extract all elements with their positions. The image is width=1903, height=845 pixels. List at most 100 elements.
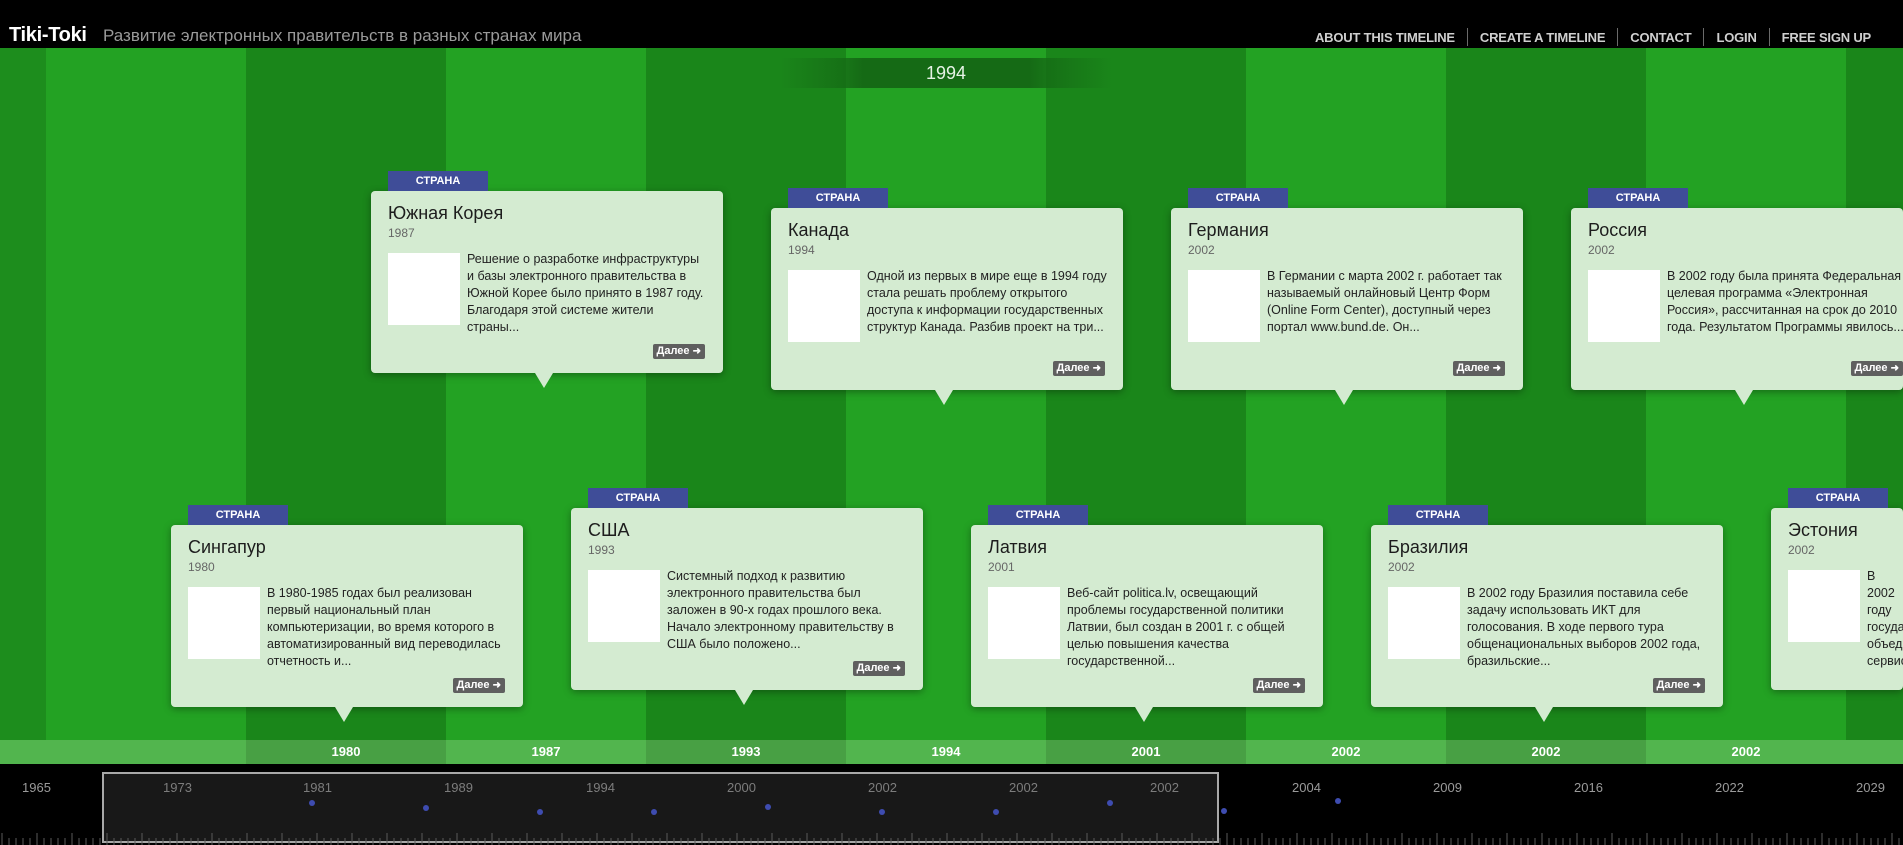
event-title: США [588, 520, 630, 540]
event-title: Бразилия [1388, 537, 1469, 557]
event-date: 2002 [1588, 243, 1615, 257]
event-card[interactable]: СТРАНА Южная Корея 1987 Решение о разраб… [371, 171, 723, 388]
event-dot[interactable] [651, 809, 657, 815]
more-button[interactable]: Далее ➜ [1850, 361, 1903, 376]
event-summary: Одной из первых в мире еще в 1994 году с… [867, 269, 1107, 334]
more-label: Далее [656, 345, 690, 357]
top-bar: Tiki-Toki Развитие электронных правитель… [0, 0, 1903, 48]
event-dot[interactable] [1107, 800, 1113, 806]
event-summary: В 1980-1985 годах был реализован первый … [267, 586, 501, 668]
event-date: 1994 [788, 243, 815, 257]
category-tag: СТРАНА [1788, 488, 1888, 508]
event-date: 2001 [988, 560, 1015, 574]
event-date: 1987 [388, 226, 415, 240]
more-label: Далее [1656, 679, 1690, 691]
brand-logo[interactable]: Tiki-Toki [9, 24, 87, 47]
event-dot[interactable] [1335, 798, 1341, 804]
year-stripe [0, 48, 46, 740]
nav-contact-link[interactable]: CONTACT [1618, 30, 1703, 45]
event-thumbnail[interactable] [988, 587, 1060, 659]
event-title: Южная Корея [388, 203, 504, 223]
year-marker[interactable]: 2002 [1646, 740, 1846, 764]
event-dot[interactable] [537, 809, 543, 815]
timeline-title: Развитие электронных правительств в разн… [103, 26, 582, 45]
event-dot[interactable] [879, 809, 885, 815]
year-marker[interactable]: 1993 [646, 740, 846, 764]
nav-signup-link[interactable]: FREE SIGN UP [1770, 30, 1883, 45]
event-card[interactable]: СТРАНА Россия 2002 В 2002 году была прин… [1571, 188, 1903, 405]
event-title: Россия [1588, 220, 1648, 240]
scale-year-label: 2029 [1856, 780, 1885, 795]
nav-login-link[interactable]: LOGIN [1704, 30, 1768, 45]
event-title: Латвия [988, 537, 1048, 557]
event-card[interactable]: СТРАНА Латвия 2001 Веб-сайт politica.lv,… [971, 505, 1323, 722]
event-card[interactable]: СТРАНА Бразилия 2002 В 2002 году Бразили… [1371, 505, 1723, 722]
event-title: Сингапур [188, 537, 266, 557]
card-pointer [1735, 390, 1753, 405]
event-dot[interactable] [765, 804, 771, 810]
card-pointer [1535, 707, 1553, 722]
year-marker[interactable]: 1987 [446, 740, 646, 764]
year-marker[interactable]: 2001 [1046, 740, 1246, 764]
card-pointer [735, 690, 753, 705]
nav-about-link[interactable]: ABOUT THIS TIMELINE [1303, 30, 1467, 45]
more-button[interactable]: Далее ➜ [1052, 361, 1105, 376]
more-button[interactable]: Далее ➜ [452, 678, 505, 693]
event-dot[interactable] [423, 805, 429, 811]
scale-year-label: 2022 [1715, 780, 1744, 795]
event-thumbnail[interactable] [188, 587, 260, 659]
event-thumbnail[interactable] [1188, 270, 1260, 342]
more-label: Далее [1256, 679, 1290, 691]
card-pointer [535, 373, 553, 388]
more-button[interactable]: Далее ➜ [1452, 361, 1505, 376]
timeline-stage[interactable]: 1994 СТРАНА Южная Корея 1987 Решение о р… [0, 48, 1903, 740]
more-label: Далее [1456, 362, 1490, 374]
event-thumbnail[interactable] [1588, 270, 1660, 342]
more-button[interactable]: Далее ➜ [1252, 678, 1305, 693]
event-thumbnail[interactable] [388, 253, 460, 325]
category-tag: СТРАНА [588, 488, 688, 508]
event-thumbnail[interactable] [1388, 587, 1460, 659]
event-card[interactable]: СТРАНА Канада 1994 Одной из первых в мир… [771, 188, 1123, 405]
scale-year-label: 1965 [22, 780, 51, 795]
event-card[interactable]: СТРАНА Эстония 2002 В 2002 году государс… [1771, 488, 1903, 690]
more-label: Далее [856, 662, 890, 674]
year-marker[interactable]: 2002 [1446, 740, 1646, 764]
arrow-right-icon: ➜ [692, 346, 701, 357]
scale-ticks [1, 833, 1900, 845]
event-dot[interactable] [1221, 808, 1227, 814]
timeline-scale[interactable]: 1965 1973 1981 1989 1994 2000 2002 2002 … [0, 764, 1903, 845]
event-card[interactable]: СТРАНА США 1993 Системный подход к разви… [571, 488, 923, 705]
event-date: 1980 [188, 560, 215, 574]
scale-year-label: 2016 [1574, 780, 1603, 795]
scale-year-label: 2009 [1433, 780, 1462, 795]
event-card[interactable]: СТРАНА Германия 2002 В Германии с марта … [1171, 188, 1523, 405]
arrow-right-icon: ➜ [892, 663, 901, 674]
event-dot[interactable] [309, 800, 315, 806]
arrow-right-icon: ➜ [1692, 680, 1701, 691]
year-marker[interactable]: 1980 [246, 740, 446, 764]
more-button[interactable]: Далее ➜ [852, 661, 905, 676]
event-summary: В Германии с марта 2002 г. работает так … [1267, 269, 1502, 334]
event-summary: В 2002 году государственные объединили с… [1867, 569, 1903, 668]
event-summary: В 2002 году Бразилия поставила себе зада… [1467, 586, 1701, 668]
event-thumbnail[interactable] [1788, 570, 1860, 642]
event-summary: Решение о разработке инфраструктуры и ба… [467, 252, 704, 334]
event-summary: Системный подход к развитию электронного… [667, 569, 894, 651]
more-button[interactable]: Далее ➜ [652, 344, 705, 359]
event-dot[interactable] [993, 809, 999, 815]
top-nav: ABOUT THIS TIMELINE CREATE A TIMELINE CO… [1303, 28, 1883, 46]
event-card[interactable]: СТРАНА Сингапур 1980 В 1980-1985 годах б… [171, 505, 523, 722]
year-marker[interactable]: 1994 [846, 740, 1046, 764]
event-thumbnail[interactable] [588, 570, 660, 642]
nav-create-link[interactable]: CREATE A TIMELINE [1468, 30, 1617, 45]
more-button[interactable]: Далее ➜ [1652, 678, 1705, 693]
event-date: 2002 [1788, 543, 1815, 557]
event-thumbnail[interactable] [788, 270, 860, 342]
category-tag: СТРАНА [1388, 505, 1488, 525]
event-summary: Веб-сайт politica.lv, освещающий проблем… [1067, 586, 1285, 668]
category-tag: СТРАНА [188, 505, 288, 525]
more-label: Далее [1056, 362, 1090, 374]
event-date: 2002 [1188, 243, 1215, 257]
year-marker[interactable]: 2002 [1246, 740, 1446, 764]
